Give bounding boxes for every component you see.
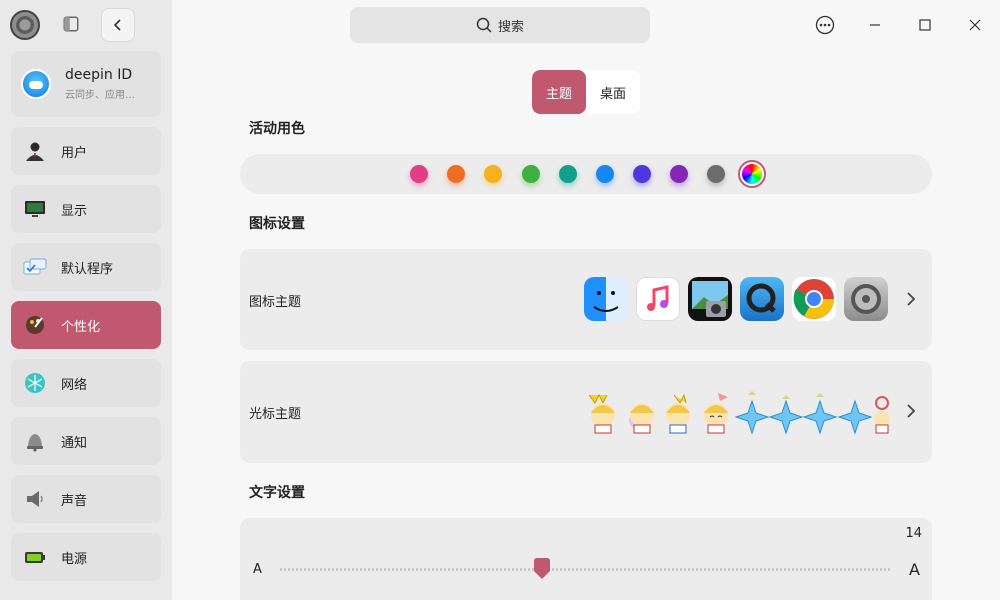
cursor-preview-icon xyxy=(698,391,732,435)
chevron-right-icon xyxy=(907,404,916,418)
sidebar: deepin ID 云同步、应用… 用户 显示 默认程序 个性化 网络 通知 声… xyxy=(0,0,172,600)
control-center-logo-icon xyxy=(10,10,40,40)
tab-theme[interactable]: 主题 xyxy=(532,70,586,114)
quicktime-icon xyxy=(740,277,784,321)
cursor-preview-icon xyxy=(660,391,694,435)
accent-color-swatch[interactable] xyxy=(559,165,577,183)
music-icon xyxy=(636,277,680,321)
minimize-icon xyxy=(870,24,880,26)
theme-tabs: 主题 桌面 xyxy=(532,70,640,114)
cursor-theme-label: 光标主题 xyxy=(249,407,302,422)
close-icon xyxy=(969,19,981,31)
sidebar-item-personalization[interactable]: 个性化 xyxy=(11,301,161,349)
chrome-icon xyxy=(792,277,836,321)
chevron-left-icon xyxy=(113,19,121,31)
accent-color-swatch[interactable] xyxy=(410,165,428,183)
account-name: deepin ID xyxy=(65,67,133,83)
maximize-icon xyxy=(919,19,931,31)
sidebar-item-label: 电源 xyxy=(61,551,88,567)
cursor-preview-icon xyxy=(802,391,838,435)
accent-color-swatch[interactable] xyxy=(670,165,688,183)
search-placeholder: 搜索 xyxy=(497,19,524,35)
sidebar-item-label: 默认程序 xyxy=(61,261,114,277)
back-button[interactable] xyxy=(101,8,135,42)
user-icon xyxy=(23,139,47,163)
cursor-preview-icon xyxy=(868,391,894,435)
font-size-large-label: A xyxy=(909,560,920,579)
icon-theme-card[interactable]: 图标主题 xyxy=(240,249,932,350)
more-options-icon xyxy=(815,15,835,35)
cursor-theme-card[interactable]: 光标主题 xyxy=(240,361,932,463)
chevron-right-icon xyxy=(907,292,916,306)
minimize-button[interactable] xyxy=(850,0,900,50)
bell-icon xyxy=(23,429,47,453)
cursor-preview-icon xyxy=(768,391,804,439)
sidebar-item-network[interactable]: 网络 xyxy=(11,359,161,407)
network-icon xyxy=(23,371,47,395)
search-icon xyxy=(476,17,492,33)
sidebar-item-label: 网络 xyxy=(61,377,88,393)
account-item[interactable]: deepin ID 云同步、应用… xyxy=(11,51,161,117)
icon-settings-heading: 图标设置 xyxy=(249,216,305,232)
sidebar-item-display[interactable]: 显示 xyxy=(11,185,161,233)
cursor-preview-icon xyxy=(585,391,619,435)
menu-button[interactable] xyxy=(800,0,850,50)
sidebar-item-label: 个性化 xyxy=(61,319,101,335)
sidebar-item-users[interactable]: 用户 xyxy=(11,127,161,175)
accent-color-swatch[interactable] xyxy=(484,165,502,183)
personalization-icon xyxy=(23,313,47,337)
accent-color-heading: 活动用色 xyxy=(249,121,305,137)
sidebar-item-power[interactable]: 电源 xyxy=(11,533,161,581)
window-controls xyxy=(800,0,1000,50)
sidebar-item-sound[interactable]: 声音 xyxy=(11,475,161,523)
text-settings-heading: 文字设置 xyxy=(249,485,305,501)
icon-theme-label: 图标主题 xyxy=(249,295,302,310)
accent-color-picker xyxy=(240,154,932,194)
accent-color-swatch[interactable] xyxy=(633,165,651,183)
sidebar-item-default-apps[interactable]: 默认程序 xyxy=(11,243,161,291)
deepin-id-cloud-icon xyxy=(21,69,51,99)
font-size-card: 14 A A xyxy=(240,518,932,600)
default-apps-icon xyxy=(23,255,47,279)
tab-desktop[interactable]: 桌面 xyxy=(586,70,640,114)
cursor-preview-icon xyxy=(622,391,656,435)
screenshot-icon xyxy=(688,277,732,321)
font-size-value: 14 xyxy=(905,526,922,541)
finder-icon xyxy=(584,277,628,321)
accent-color-multicolor-swatch[interactable] xyxy=(738,160,766,188)
close-button[interactable] xyxy=(950,0,1000,50)
search-input[interactable]: 搜索 xyxy=(350,7,650,43)
sidebar-item-label: 用户 xyxy=(61,145,88,161)
sidebar-toggle-icon[interactable] xyxy=(62,15,80,33)
maximize-button[interactable] xyxy=(900,0,950,50)
sidebar-item-label: 显示 xyxy=(61,203,88,219)
sidebar-item-notifications[interactable]: 通知 xyxy=(11,417,161,465)
color-wheel-icon xyxy=(742,164,762,184)
sidebar-nav: deepin ID 云同步、应用… 用户 显示 默认程序 个性化 网络 通知 声… xyxy=(11,51,161,591)
accent-color-swatch[interactable] xyxy=(596,165,614,183)
speaker-icon xyxy=(23,487,47,511)
sidebar-item-label: 通知 xyxy=(61,435,88,451)
font-size-small-label: A xyxy=(253,562,262,577)
accent-color-swatch[interactable] xyxy=(707,165,725,183)
battery-icon xyxy=(23,545,47,569)
accent-color-swatch[interactable] xyxy=(447,165,465,183)
font-size-slider-handle[interactable] xyxy=(532,558,552,580)
monitor-icon xyxy=(23,197,47,221)
settings-gear-icon xyxy=(844,277,888,321)
sidebar-header xyxy=(10,10,40,40)
sidebar-item-label: 声音 xyxy=(61,493,88,509)
account-subtitle: 云同步、应用… xyxy=(65,90,135,101)
cursor-preview-icon xyxy=(837,391,873,435)
font-size-slider[interactable] xyxy=(280,568,892,571)
cursor-preview-icon xyxy=(734,391,770,439)
accent-color-swatch[interactable] xyxy=(522,165,540,183)
